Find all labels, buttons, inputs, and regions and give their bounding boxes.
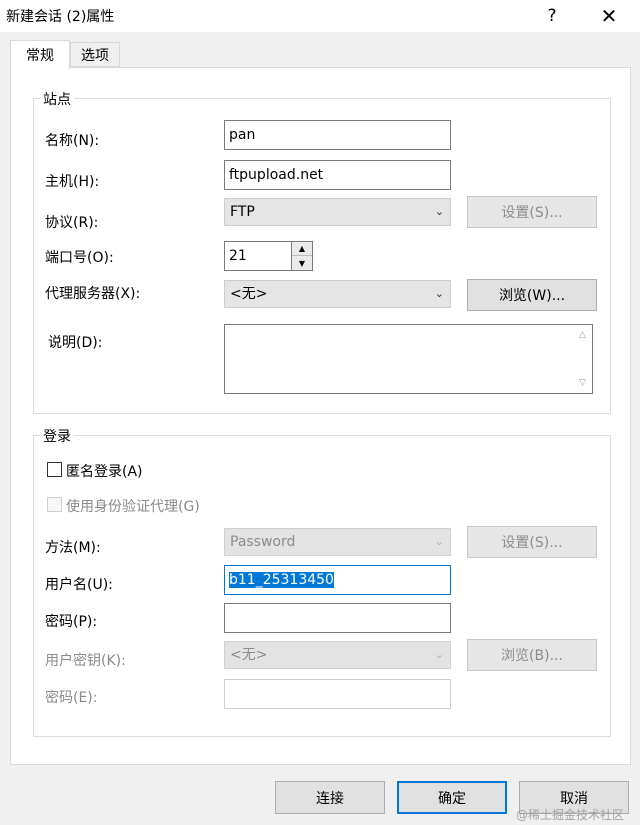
- spin-up-icon[interactable]: ▲: [292, 242, 312, 256]
- user-key-browse-button[interactable]: 浏览(B)...: [467, 639, 597, 671]
- chevron-down-icon: ⌄: [434, 205, 444, 218]
- spin-down-icon[interactable]: ▼: [292, 256, 312, 270]
- host-field[interactable]: ftpupload.net: [224, 160, 451, 190]
- method-settings-button[interactable]: 设置(S)...: [467, 526, 597, 558]
- help-button[interactable]: ?: [532, 0, 572, 32]
- watermark: @稀土掘金技术社区: [516, 808, 625, 822]
- close-button[interactable]: ✕: [589, 0, 629, 32]
- title-bar: 新建会话 (2)属性 ? ✕: [0, 0, 640, 32]
- description-textarea[interactable]: △ ▽: [224, 324, 593, 394]
- site-group-title: 站点: [40, 89, 74, 109]
- chevron-down-icon: ⌄: [434, 535, 444, 548]
- tab-options[interactable]: 选项: [70, 42, 120, 67]
- username-value: b11_25313450: [229, 572, 334, 588]
- password-label: 密码(P):: [45, 614, 98, 630]
- method-label: 方法(M):: [45, 540, 101, 556]
- protocol-label: 协议(R):: [45, 215, 99, 231]
- anonymous-label: 匿名登录(A): [66, 464, 143, 480]
- identity-proxy-checkbox[interactable]: [47, 497, 62, 512]
- protocol-select-value: FTP: [230, 204, 255, 220]
- method-select[interactable]: Password ⌄: [224, 528, 451, 556]
- passphrase-label: 密码(E):: [45, 690, 98, 706]
- protocol-settings-button[interactable]: 设置(S)...: [467, 196, 597, 228]
- proxy-browse-button[interactable]: 浏览(W)...: [467, 279, 597, 311]
- user-key-label: 用户密钥(K):: [45, 653, 126, 669]
- method-select-value: Password: [230, 534, 296, 550]
- host-label: 主机(H):: [45, 174, 100, 190]
- general-tab-panel: 站点 名称(N): pan 主机(H): ftpupload.net 协议(R)…: [10, 67, 631, 765]
- description-scrollbar[interactable]: △ ▽: [575, 325, 592, 393]
- proxy-select-value: <无>: [230, 286, 268, 302]
- proxy-label: 代理服务器(X):: [45, 286, 141, 302]
- chevron-down-icon: ⌄: [434, 648, 444, 661]
- scroll-down-icon[interactable]: ▽: [579, 378, 586, 388]
- password-field[interactable]: [224, 603, 451, 633]
- ok-button[interactable]: 确定: [397, 781, 507, 814]
- login-group-title: 登录: [40, 426, 74, 446]
- anonymous-checkbox[interactable]: [47, 462, 62, 477]
- name-label: 名称(N):: [45, 133, 100, 149]
- passphrase-field[interactable]: [224, 679, 451, 709]
- username-field[interactable]: b11_25313450: [224, 565, 451, 595]
- tab-general[interactable]: 常规: [10, 40, 70, 69]
- port-field[interactable]: 21: [224, 241, 292, 271]
- window-title: 新建会话 (2)属性: [6, 9, 115, 25]
- name-field[interactable]: pan: [224, 120, 451, 150]
- chevron-down-icon: ⌄: [434, 287, 444, 300]
- connect-button[interactable]: 连接: [275, 781, 385, 814]
- proxy-select[interactable]: <无> ⌄: [224, 280, 451, 308]
- username-label: 用户名(U):: [45, 577, 113, 593]
- port-label: 端口号(O):: [45, 250, 114, 266]
- port-spinner[interactable]: ▲ ▼: [292, 241, 313, 271]
- user-key-select-value: <无>: [230, 647, 268, 663]
- user-key-select[interactable]: <无> ⌄: [224, 641, 451, 669]
- identity-proxy-label: 使用身份验证代理(G): [66, 499, 200, 515]
- scroll-up-icon[interactable]: △: [579, 330, 586, 340]
- protocol-select[interactable]: FTP ⌄: [224, 198, 451, 226]
- description-label: 说明(D):: [48, 335, 103, 351]
